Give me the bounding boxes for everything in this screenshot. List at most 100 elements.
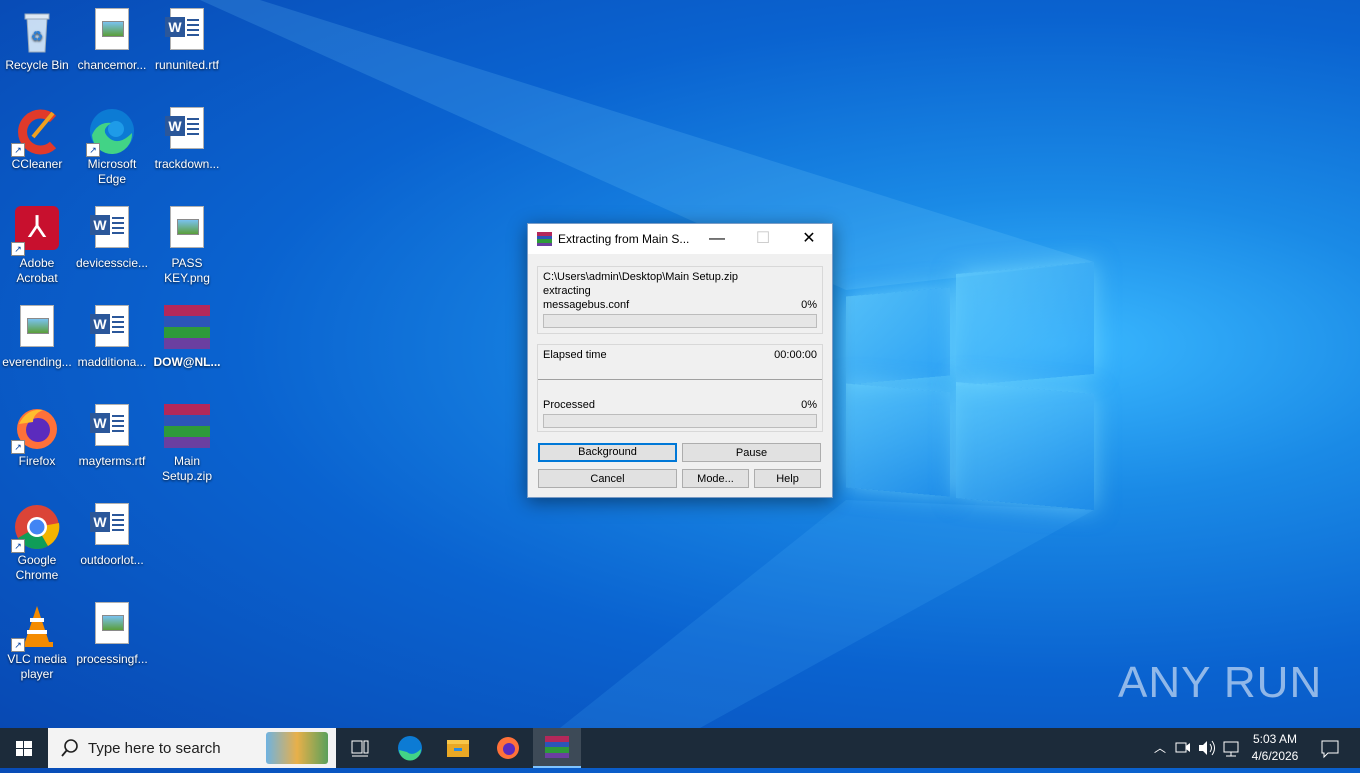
- desktop-icon-devicesscie[interactable]: W devicesscie...: [75, 200, 149, 271]
- minimize-button[interactable]: —: [694, 224, 740, 254]
- desktop-icon-microsoft-edge[interactable]: ↗ Microsoft Edge: [75, 101, 149, 187]
- notification-icon: [1321, 740, 1339, 759]
- help-button[interactable]: Help: [754, 469, 821, 488]
- action-center-button[interactable]: [1310, 728, 1350, 768]
- desktop-icon-main-setup-zip[interactable]: Main Setup.zip: [150, 398, 224, 484]
- maximize-icon: ☐: [755, 230, 771, 247]
- word-document-icon: W: [88, 404, 136, 452]
- word-document-icon: W: [163, 107, 211, 155]
- icon-label: processingf...: [76, 652, 148, 666]
- search-icon: [61, 739, 78, 757]
- word-document-icon: W: [163, 8, 211, 56]
- processed-label: Processed: [543, 399, 595, 411]
- start-button[interactable]: [0, 728, 48, 768]
- desktop-icon-adobe-acrobat[interactable]: ⅄ ↗ Adobe Acrobat: [0, 200, 74, 286]
- word-document-icon: W: [88, 305, 136, 353]
- shortcut-arrow-icon: ↗: [11, 638, 25, 652]
- show-hidden-icons-button[interactable]: ︿: [1150, 728, 1170, 768]
- desktop-icon-processingf[interactable]: processingf...: [75, 596, 149, 667]
- icon-label: Microsoft Edge: [87, 157, 137, 186]
- elapsed-label: Elapsed time: [543, 349, 607, 361]
- icon-label: Adobe Acrobat: [16, 256, 58, 285]
- network-button[interactable]: [1220, 728, 1242, 768]
- clock[interactable]: 5:03 AM 4/6/2026: [1246, 728, 1304, 768]
- dialog-titlebar[interactable]: Extracting from Main S... — ☐ ✕: [528, 224, 832, 254]
- winrar-archive-icon: [163, 305, 211, 353]
- icon-label: outdoorlot...: [80, 553, 144, 567]
- shortcut-arrow-icon: ↗: [11, 143, 25, 157]
- microsoft-edge-icon: [398, 736, 422, 761]
- volume-button[interactable]: [1196, 728, 1218, 768]
- background-button[interactable]: Background: [538, 443, 677, 462]
- desktop-icon-dow-nl[interactable]: DOW@NL...: [150, 299, 224, 370]
- clock-date: 4/6/2026: [1251, 749, 1299, 763]
- desktop-icon-recycle-bin[interactable]: ♻ Recycle Bin: [0, 2, 74, 73]
- winrar-extract-dialog: Extracting from Main S... — ☐ ✕ C:\Users…: [527, 223, 833, 498]
- icon-label: Google Chrome: [15, 553, 59, 582]
- desktop-icon-rununited[interactable]: W rununited.rtf: [150, 2, 224, 73]
- icon-label: Firefox: [18, 454, 56, 468]
- icon-label: Recycle Bin: [5, 58, 69, 72]
- meet-now-button[interactable]: [1173, 728, 1193, 768]
- cancel-button[interactable]: Cancel: [538, 469, 677, 488]
- taskbar-file-explorer[interactable]: [434, 728, 482, 768]
- winrar-app-icon: [537, 232, 552, 246]
- folder-icon: [447, 740, 469, 757]
- icon-label: chancemor...: [77, 58, 147, 72]
- desktop-icon-mayterms[interactable]: W mayterms.rtf: [75, 398, 149, 469]
- clock-time: 5:03 AM: [1252, 732, 1298, 746]
- camera-icon: [1175, 742, 1190, 753]
- svg-text:♻: ♻: [31, 28, 44, 44]
- taskbar: Type here to search ︿ 5:03 AM 4/6/2026: [0, 728, 1360, 768]
- image-file-icon: [88, 8, 136, 56]
- icon-label: PASS KEY.png: [164, 256, 210, 285]
- task-view-icon: [351, 740, 369, 757]
- desktop-icon-firefox[interactable]: ↗ Firefox: [0, 398, 74, 469]
- maximize-button[interactable]: ☐: [740, 224, 786, 254]
- taskbar-firefox[interactable]: [484, 728, 532, 768]
- image-file-icon: [13, 305, 61, 353]
- close-button[interactable]: ✕: [786, 224, 832, 254]
- taskbar-edge[interactable]: [386, 728, 434, 768]
- current-file-group: C:\Users\admin\Desktop\Main Setup.zip ex…: [537, 266, 823, 334]
- close-icon: ✕: [802, 230, 816, 247]
- icon-label: madditiona...: [77, 355, 147, 369]
- file-percent: 0%: [801, 299, 817, 311]
- shortcut-arrow-icon: ↗: [11, 539, 25, 553]
- taskbar-winrar[interactable]: [533, 728, 581, 768]
- word-document-icon: W: [88, 206, 136, 254]
- file-progress-bar: [543, 314, 817, 328]
- desktop-icon-outdoorlot[interactable]: W outdoorlot...: [75, 497, 149, 568]
- taskbar-search-box[interactable]: Type here to search: [48, 728, 336, 768]
- dialog-title: Extracting from Main S...: [558, 232, 690, 246]
- winrar-archive-icon: [163, 404, 211, 452]
- recycle-bin-icon: ♻: [13, 8, 61, 56]
- icon-label: trackdown...: [154, 157, 220, 171]
- image-file-icon: [88, 602, 136, 650]
- overall-progress-group: Elapsed time 00:00:00 Processed 0%: [537, 344, 823, 432]
- mode-button[interactable]: Mode...: [682, 469, 749, 488]
- ccleaner-icon: ↗: [11, 107, 61, 157]
- desktop-icon-vlc[interactable]: ↗ VLC media player: [0, 596, 74, 682]
- desktop-icon-ccleaner[interactable]: ↗ CCleaner: [0, 101, 74, 172]
- microsoft-edge-icon: ↗: [86, 107, 136, 157]
- desktop-icon-everending[interactable]: everending...: [0, 299, 74, 370]
- desktop-icon-chancemor[interactable]: chancemor...: [75, 2, 149, 73]
- network-icon: [1223, 741, 1239, 757]
- current-file-name: messagebus.conf: [543, 299, 630, 311]
- desktop-icon-google-chrome[interactable]: ↗ Google Chrome: [0, 497, 74, 583]
- firefox-icon: ↗: [11, 404, 61, 454]
- desktop-icon-pass-key[interactable]: PASS KEY.png: [150, 200, 224, 286]
- firefox-icon: [497, 737, 519, 759]
- task-view-button[interactable]: [336, 728, 384, 768]
- pause-button[interactable]: Pause: [682, 443, 821, 462]
- desktop-icon-trackdown[interactable]: W trackdown...: [150, 101, 224, 172]
- windows-start-icon: [16, 741, 32, 756]
- action-text: extracting: [543, 285, 591, 297]
- chevron-up-icon: ︿: [1153, 741, 1166, 755]
- icon-label: rununited.rtf: [154, 58, 220, 72]
- icon-label: everending...: [2, 355, 72, 369]
- desktop-icon-madditiona[interactable]: W madditiona...: [75, 299, 149, 370]
- minimize-icon: —: [709, 230, 725, 247]
- search-highlight-image: [266, 732, 328, 764]
